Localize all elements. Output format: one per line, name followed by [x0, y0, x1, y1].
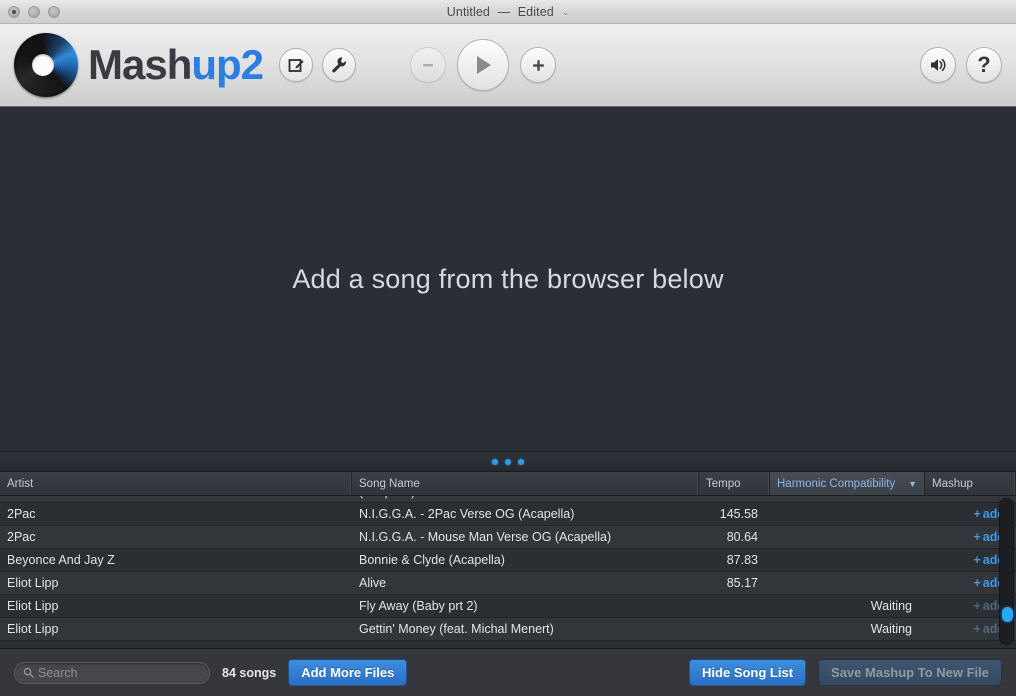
table-row[interactable]: Eliot Lipp Fly Away (Baby prt 2) Waiting… [0, 595, 1016, 618]
column-header-harmonic-compatibility[interactable]: Harmonic Compatibility ▼ [770, 472, 925, 495]
plus-icon [532, 59, 544, 71]
song-count-label: 84 songs [222, 665, 277, 680]
song-browser: Artist Song Name Tempo Harmonic Compatib… [0, 472, 1016, 648]
mashup-canvas[interactable]: Add a song from the browser below [0, 107, 1016, 451]
sort-descending-icon: ▼ [908, 478, 917, 489]
cell-tempo: 80.64 [726, 530, 758, 544]
cell-artist: Beyonce And Jay Z [7, 553, 115, 567]
remove-track-button[interactable] [410, 47, 447, 83]
wordmark-two: 2 [240, 41, 264, 88]
bottom-bar: 84 songs Add More Files Hide Song List S… [0, 648, 1016, 696]
column-header-artist-label: Artist [7, 477, 34, 490]
play-button[interactable] [457, 39, 510, 91]
hide-song-list-button[interactable]: Hide Song List [689, 659, 807, 686]
preferences-button[interactable] [322, 48, 357, 82]
splitter-dot [492, 458, 498, 465]
table-header-row: Artist Song Name Tempo Harmonic Compatib… [0, 472, 1016, 496]
cell-song-name: Bonnie & Clyde (Acapella) [359, 553, 505, 567]
toolbar-right-group: ? [920, 47, 1002, 83]
cell-tempo: 85.17 [726, 576, 758, 590]
speaker-volume-icon [931, 58, 946, 72]
plus-icon: + [973, 530, 981, 544]
cell-song-name: Gettin' Money (feat. Michal Menert) [359, 622, 554, 636]
plus-icon: + [973, 576, 981, 590]
app-wordmark: Mashup2 [88, 41, 264, 88]
panel-splitter-handle[interactable] [0, 451, 1016, 472]
plus-icon: + [973, 553, 981, 567]
clipped-row-song: (Acapella) [359, 496, 415, 499]
window-title: Untitled — Edited ⌄ [0, 5, 1016, 19]
plus-icon: + [973, 507, 981, 521]
cell-harmonic: Waiting [870, 622, 912, 636]
wordmark-up: up [191, 41, 241, 88]
column-header-tempo[interactable]: Tempo [699, 472, 770, 495]
search-icon [23, 667, 34, 678]
save-mashup-button[interactable]: Save Mashup To New File [818, 659, 1002, 686]
title-bar: Untitled — Edited ⌄ [0, 0, 1016, 24]
cell-artist: Eliot Lipp [7, 622, 59, 636]
table-row[interactable]: 2Pac N.I.G.G.A. - Mouse Man Verse OG (Ac… [0, 526, 1016, 549]
add-track-button[interactable] [520, 47, 557, 83]
splitter-dot [505, 458, 511, 465]
document-title: Untitled [446, 4, 490, 19]
column-header-song-name[interactable]: Song Name [352, 472, 699, 495]
empty-state-message: Add a song from the browser below [292, 263, 724, 294]
cell-song-name: Fly Away (Baby prt 2) [359, 599, 478, 613]
edit-document-button[interactable] [279, 48, 314, 82]
question-mark-icon: ? [977, 52, 991, 77]
title-dash: — [497, 4, 511, 19]
table-body[interactable]: (Acapella) 2Pac N.I.G.G.A. - 2Pac Verse … [0, 496, 1016, 648]
search-input[interactable] [38, 665, 201, 680]
minus-icon [423, 64, 434, 67]
table-row[interactable]: 2Pac N.I.G.G.A. - 2Pac Verse OG (Acapell… [0, 503, 1016, 526]
edit-square-icon [288, 58, 304, 72]
column-header-harmonic-label: Harmonic Compatibility [777, 477, 896, 490]
scrollbar-thumb[interactable] [1002, 607, 1013, 622]
splitter-dot [518, 458, 524, 465]
cell-song-name: N.I.G.G.A. - 2Pac Verse OG (Acapella) [359, 507, 575, 521]
cell-artist: Eliot Lipp [7, 599, 59, 613]
cell-artist: 2Pac [7, 507, 36, 521]
app-logo: Mashup2 [14, 33, 264, 97]
document-tools [279, 48, 357, 82]
table-row-clipped[interactable]: (Acapella) [0, 496, 1016, 503]
transport-controls [410, 39, 557, 91]
table-row[interactable]: Eliot Lipp Alive 85.17 + add [0, 572, 1016, 595]
cell-tempo: 145.58 [719, 507, 758, 521]
chevron-down-icon[interactable]: ⌄ [562, 8, 569, 17]
wordmark-mash: Mash [88, 41, 192, 88]
add-more-files-button[interactable]: Add More Files [288, 659, 408, 686]
play-icon [477, 56, 492, 74]
column-header-mashup-label: Mashup [932, 477, 973, 490]
cell-tempo: 87.83 [726, 553, 758, 567]
column-header-artist[interactable]: Artist [0, 472, 352, 495]
search-field[interactable] [14, 661, 210, 684]
app-window: Untitled — Edited ⌄ Mashup2 ? Add a song… [0, 0, 1016, 696]
edited-status: Edited [517, 4, 554, 19]
clipped-row-text: (Acapella) [0, 496, 1016, 502]
cell-artist: 2Pac [7, 530, 36, 544]
main-toolbar: Mashup2 ? [0, 24, 1016, 107]
cell-harmonic: Waiting [870, 599, 912, 613]
table-row[interactable]: Eliot Lipp Gettin' Money (feat. Michal M… [0, 618, 1016, 641]
cell-artist: Eliot Lipp [7, 576, 59, 590]
column-header-mashup[interactable]: Mashup [925, 472, 1016, 495]
cell-song-name: N.I.G.G.A. - Mouse Man Verse OG (Acapell… [359, 530, 612, 544]
plus-icon: + [973, 599, 981, 613]
column-header-tempo-label: Tempo [706, 477, 741, 490]
help-button[interactable]: ? [966, 47, 1002, 83]
plus-icon: + [973, 622, 981, 636]
wrench-icon [332, 57, 346, 73]
volume-button[interactable] [920, 47, 956, 83]
song-list-scrollbar[interactable] [999, 498, 1014, 645]
cell-song-name: Alive [359, 576, 387, 590]
vinyl-record-icon [14, 33, 78, 97]
table-row[interactable]: Beyonce And Jay Z Bonnie & Clyde (Acapel… [0, 549, 1016, 572]
column-header-song-name-label: Song Name [359, 477, 420, 490]
